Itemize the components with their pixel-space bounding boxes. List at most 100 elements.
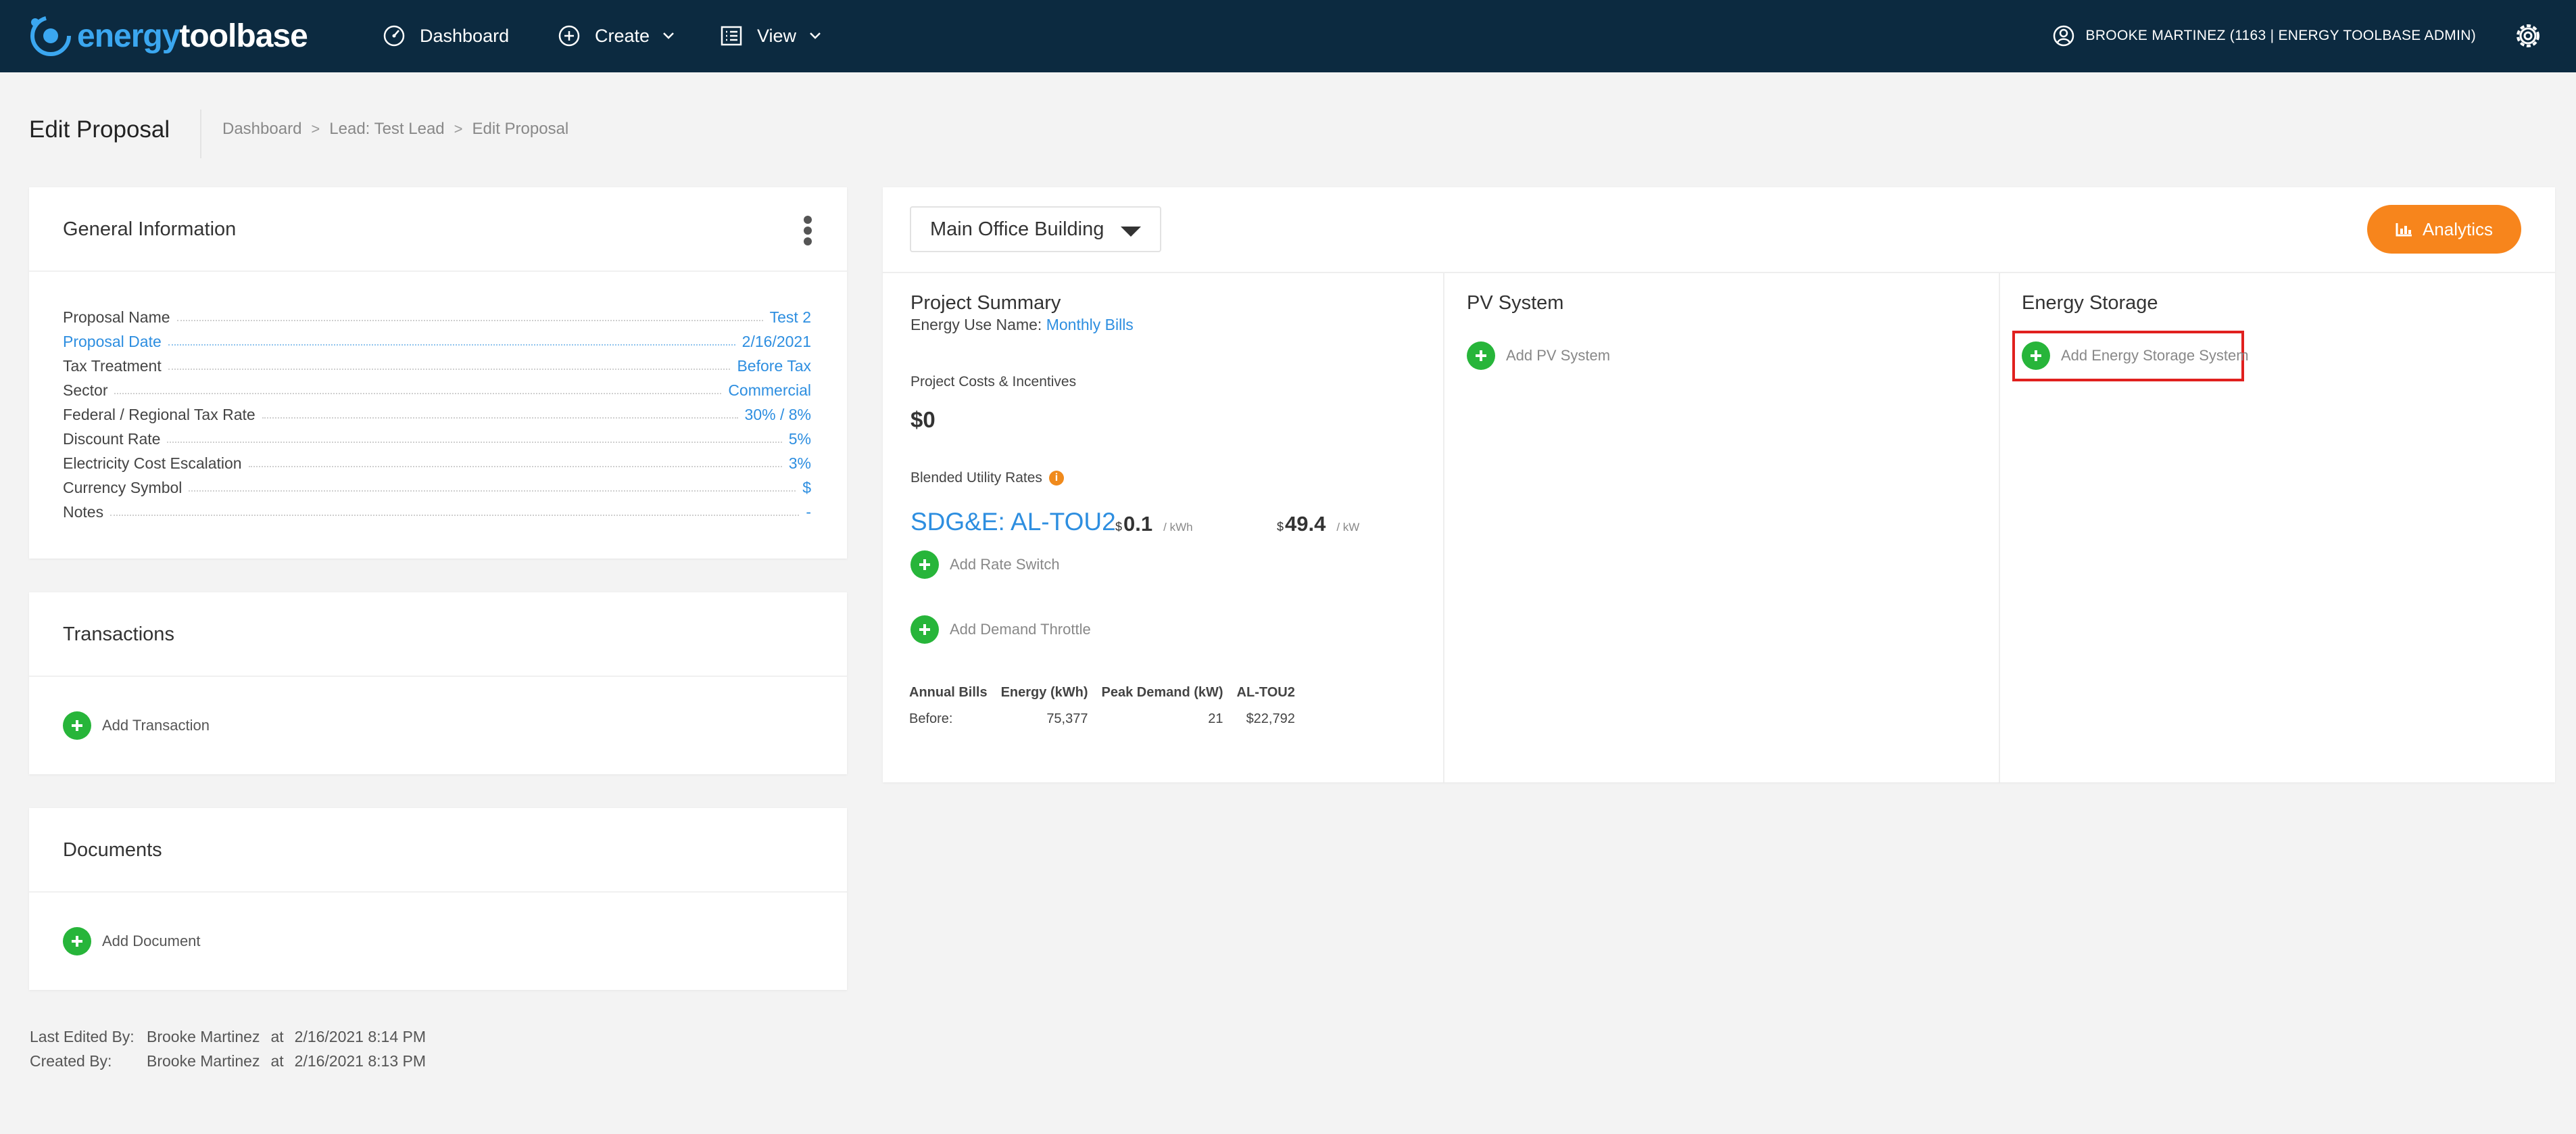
column-divider [1443, 273, 1444, 782]
tax-rate-row[interactable]: Federal / Regional Tax Rate 30% / 8% [63, 404, 811, 424]
dotted-leader [167, 442, 782, 443]
at-label: at [270, 1028, 284, 1045]
at-label: at [270, 1052, 284, 1070]
row-label: Proposal Name [63, 308, 170, 326]
bar-chart-icon [2396, 223, 2412, 237]
add-energy-storage-label: Add Energy Storage System [2061, 347, 2249, 364]
energy-rate-unit: / kWh [1163, 521, 1193, 534]
breadcrumb: Dashboard > Lead: Test Lead > Edit Propo… [222, 120, 568, 139]
energy-use-name: Energy Use Name: Monthly Bills [910, 316, 1134, 334]
energy-rate: $ 0.1 / kWh [1115, 512, 1193, 536]
last-edited-at: 2/16/2021 8:14 PM [294, 1028, 427, 1045]
row-label: Tax Treatment [63, 357, 162, 375]
last-edited-label: Last Edited By: [30, 1028, 135, 1045]
card-header: General Information [29, 187, 847, 272]
energy-rate-currency: $ [1115, 520, 1123, 534]
row-value[interactable]: 5% [789, 430, 811, 448]
energy-toolbase-logo[interactable]: energytoolbase [27, 8, 308, 64]
add-document-label: Add Document [102, 932, 201, 949]
card-header: Transactions [29, 592, 847, 677]
created-at: 2/16/2021 8:13 PM [294, 1052, 427, 1070]
breadcrumb-lead[interactable]: Lead: Test Lead [329, 120, 444, 139]
dotted-leader [168, 369, 731, 370]
add-document-button[interactable]: Add Document [63, 927, 201, 955]
table-row: Before: 75,377 21 $22,792 [908, 711, 1302, 727]
table-cell: Before: [909, 711, 953, 726]
analytics-button[interactable]: Analytics [2367, 205, 2521, 254]
gear-icon[interactable] [2510, 18, 2546, 54]
row-label: Federal / Regional Tax Rate [63, 406, 256, 423]
row-value[interactable]: - [806, 503, 811, 521]
info-icon[interactable]: i [1048, 471, 1064, 486]
nav-dashboard[interactable]: Dashboard [382, 15, 509, 57]
add-energy-storage-button[interactable]: Add Energy Storage System [2022, 341, 2249, 370]
row-label: Notes [63, 503, 104, 521]
project-summary-title: Project Summary [910, 292, 1061, 314]
annual-bills-table: Annual Bills Energy (kWh) Peak Demand (k… [908, 685, 1302, 727]
discount-rate-row[interactable]: Discount Rate 5% [63, 428, 811, 448]
building-select[interactable]: Main Office Building [910, 206, 1161, 252]
proposal-main-panel: Main Office Building Analytics Project S… [883, 187, 2555, 782]
column-divider [1999, 273, 2000, 782]
notes-row[interactable]: Notes - [63, 501, 811, 521]
energy-use-link[interactable]: Monthly Bills [1046, 316, 1134, 333]
currency-symbol-row[interactable]: Currency Symbol $ [63, 477, 811, 497]
add-demand-throttle-label: Add Demand Throttle [950, 621, 1091, 638]
demand-rate: $ 49.4 / kW [1277, 512, 1359, 536]
column-header: AL-TOU2 [1236, 685, 1295, 700]
created-label: Created By: [30, 1052, 112, 1070]
breadcrumb-dashboard[interactable]: Dashboard [222, 120, 301, 139]
row-value[interactable]: 30% / 8% [745, 406, 811, 424]
more-options-icon[interactable] [801, 216, 815, 247]
project-costs-label: Project Costs & Incentives [910, 374, 1077, 389]
building-select-value: Main Office Building [930, 218, 1104, 240]
dotted-leader [189, 490, 796, 492]
panel-divider [883, 272, 2555, 273]
add-pv-system-button[interactable]: Add PV System [1467, 341, 1610, 370]
documents-title: Documents [63, 839, 162, 861]
breadcrumb-current: Edit Proposal [472, 120, 569, 138]
page-title: Edit Proposal [29, 116, 170, 143]
row-value[interactable]: Commercial [728, 381, 811, 400]
breadcrumb-chevron-icon: > [454, 120, 463, 137]
dotted-leader [110, 515, 800, 516]
dotted-leader [248, 466, 782, 467]
row-value[interactable]: 2/16/2021 [742, 333, 811, 351]
energy-use-label: Energy Use Name: [910, 316, 1042, 333]
dotted-leader [262, 417, 738, 419]
row-value[interactable]: Before Tax [737, 357, 811, 375]
sector-row[interactable]: Sector Commercial [63, 379, 811, 400]
row-label: Currency Symbol [63, 479, 183, 496]
row-label[interactable]: Proposal Date [63, 333, 162, 351]
proposal-date-row[interactable]: Proposal Date 2/16/2021 [63, 331, 811, 351]
user-menu[interactable]: BROOKE MARTINEZ (1163 | ENERGY TOOLBASE … [2052, 15, 2476, 57]
logo-text-toolbase: toolbase [179, 18, 308, 54]
add-transaction-button[interactable]: Add Transaction [63, 711, 210, 740]
row-value[interactable]: 3% [789, 454, 811, 473]
breadcrumb-chevron-icon: > [311, 120, 320, 137]
table-cell: 75,377 [1046, 711, 1088, 726]
tax-treatment-row[interactable]: Tax Treatment Before Tax [63, 355, 811, 375]
logo-text-energy: energy [77, 18, 180, 54]
list-view-icon [721, 26, 742, 46]
chevron-down-icon [663, 32, 674, 39]
plus-icon [2022, 341, 2050, 370]
demand-rate-unit: / kW [1336, 521, 1360, 534]
dotted-leader [168, 344, 735, 346]
card-header: Documents [29, 808, 847, 893]
utility-rate-link[interactable]: SDG&E: AL-TOU2 [910, 508, 1116, 536]
energy-rate-value: 0.1 [1123, 512, 1153, 536]
add-demand-throttle-button[interactable]: Add Demand Throttle [910, 615, 1091, 644]
logo-mark-icon [30, 16, 71, 56]
general-information-title: General Information [63, 218, 237, 240]
nav-dashboard-label: Dashboard [420, 25, 510, 46]
blended-rates-text: Blended Utility Rates [910, 470, 1042, 486]
nav-view[interactable]: View [719, 15, 822, 57]
row-value[interactable]: Test 2 [770, 308, 811, 327]
proposal-name-row[interactable]: Proposal Name Test 2 [63, 306, 811, 327]
add-rate-switch-button[interactable]: Add Rate Switch [910, 550, 1060, 579]
nav-create[interactable]: Create [557, 15, 675, 57]
row-value[interactable]: $ [802, 479, 811, 497]
cost-escalation-row[interactable]: Electricity Cost Escalation 3% [63, 452, 811, 473]
analytics-label: Analytics [2422, 218, 2494, 239]
